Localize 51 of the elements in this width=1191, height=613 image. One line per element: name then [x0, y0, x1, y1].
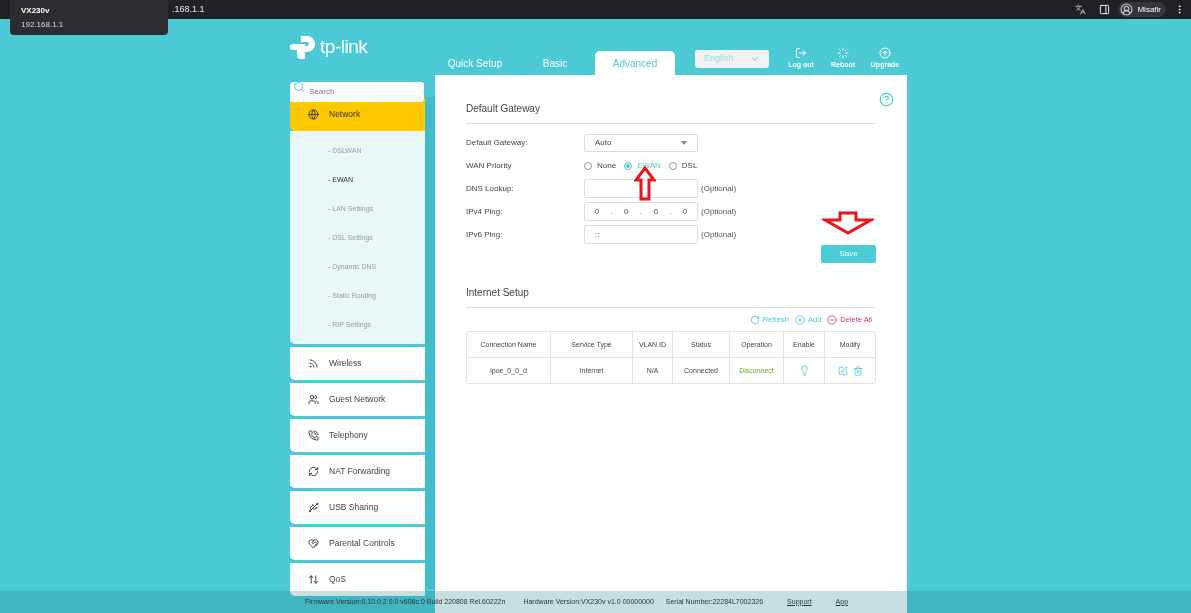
phone-icon	[308, 430, 319, 441]
profile-button[interactable]: Misafir	[1118, 2, 1166, 17]
up-down-arrows-icon	[308, 574, 319, 585]
sidebar-item[interactable]: Parental Controls	[290, 527, 425, 560]
globe-icon	[308, 109, 319, 120]
dropdown-field[interactable]: Auto	[584, 133, 698, 152]
up-arrow-icon	[634, 166, 656, 201]
upload-icon	[879, 47, 891, 60]
avatar-icon	[1120, 3, 1134, 16]
tooltip-title: VX230v	[21, 5, 51, 17]
optional-note: (Optional)	[701, 205, 737, 218]
logout-icon	[795, 47, 807, 60]
dropdown-caret-icon	[681, 140, 687, 145]
optional-note: (Optional)	[701, 228, 737, 241]
sidebar-item[interactable]: Guest Network	[290, 383, 425, 416]
logo-mark-icon	[290, 33, 317, 61]
translate-icon[interactable]	[1075, 4, 1087, 15]
spinner-icon	[837, 47, 849, 60]
signal-icon	[308, 358, 319, 369]
field-label: IPv4 Ping:	[466, 205, 504, 218]
sidebar-item[interactable]: USB Sharing	[290, 491, 425, 524]
radio-option[interactable]: DSL	[668, 159, 698, 172]
side-panel-icon[interactable]	[1099, 4, 1111, 15]
search-icon	[293, 81, 305, 93]
logo-text: tp-link	[320, 35, 368, 59]
chevron-down-icon	[750, 54, 760, 64]
down-arrow-icon	[822, 211, 874, 235]
field-label: WAN Priority	[466, 159, 513, 172]
field-label: IPv6 Ping:	[466, 228, 504, 241]
sidebar-item[interactable]: NAT Forwarding	[290, 455, 425, 488]
usb-icon	[308, 502, 319, 513]
text-field[interactable]	[584, 179, 698, 198]
field-label: Default Gateway:	[466, 136, 529, 149]
field-label: DNS Lookup:	[466, 182, 515, 195]
circular-arrows-icon	[308, 466, 319, 477]
optional-note: (Optional)	[701, 182, 737, 195]
address-bar[interactable]: .168.1.1	[172, 2, 205, 17]
tooltip-url: 192.168.1.1	[21, 19, 65, 31]
search-field[interactable]: Search	[290, 81, 424, 102]
section-title: Internet Setup	[466, 287, 529, 298]
radio-option[interactable]: None	[584, 159, 617, 172]
section-title: Default Gateway	[466, 103, 540, 114]
add-icon	[794, 314, 805, 325]
ip-address-field[interactable]: 0 . 0 . 0 . 0	[584, 202, 698, 221]
sidebar-item[interactable]: QoS	[290, 563, 425, 596]
sidebar-item[interactable]: Wireless	[290, 347, 425, 380]
sidebar-item[interactable]: Telephony	[290, 419, 425, 452]
minus-icon	[827, 314, 838, 325]
people-icon	[308, 394, 319, 405]
refresh-icon	[749, 314, 760, 325]
text-field[interactable]: ::	[584, 225, 698, 244]
